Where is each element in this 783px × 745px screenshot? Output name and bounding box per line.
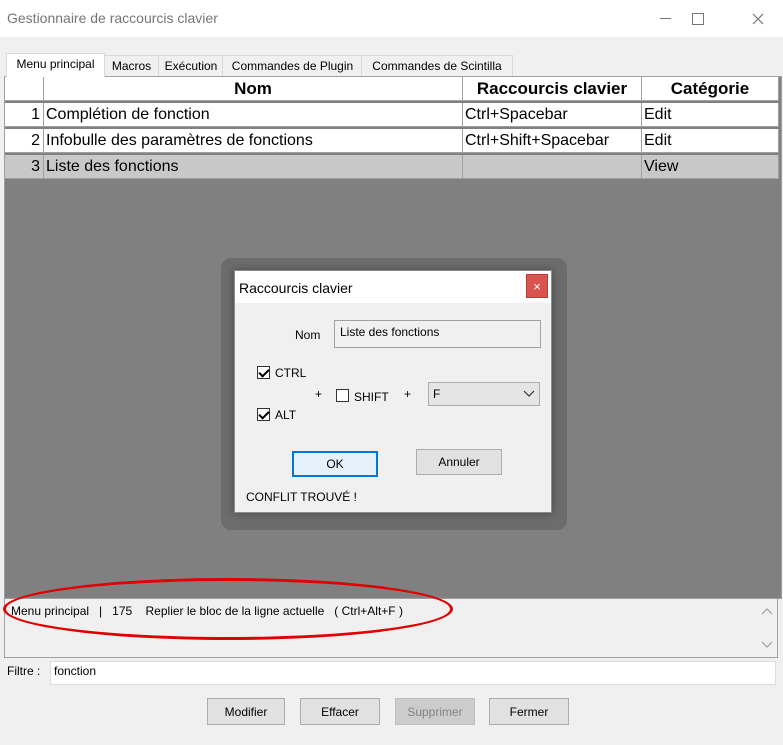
minimize-icon: [660, 18, 671, 19]
table-row-selected[interactable]: 3 Liste des fonctions View: [5, 155, 781, 181]
plus-sign: +: [404, 387, 412, 401]
maximize-icon: [691, 12, 704, 25]
row-shortcut: [463, 155, 642, 179]
filter-label: Filtre :: [7, 664, 41, 678]
dialog-title-bar: Raccourcis clavier ×: [235, 271, 551, 303]
tab-execution[interactable]: Exécution: [158, 55, 224, 76]
ctrl-label: CTRL: [275, 366, 307, 380]
cancel-button[interactable]: Annuler: [416, 449, 502, 475]
tab-plugin-commands[interactable]: Commandes de Plugin: [222, 55, 363, 76]
delete-button[interactable]: Supprimer: [395, 698, 475, 725]
tab-scintilla-commands[interactable]: Commandes de Scintilla: [361, 55, 513, 76]
alt-checkbox[interactable]: [257, 408, 270, 421]
key-select[interactable]: F: [428, 382, 540, 406]
shortcut-dialog: Raccourcis clavier × Nom Liste des fonct…: [234, 270, 552, 513]
chevron-down-icon: [523, 390, 535, 397]
alt-label: ALT: [275, 408, 297, 422]
header-name[interactable]: Nom: [44, 77, 463, 101]
close-button[interactable]: [735, 0, 780, 37]
close-icon: ×: [533, 278, 541, 294]
plus-sign: +: [315, 387, 323, 401]
row-shortcut: Ctrl+Spacebar: [463, 103, 642, 127]
table-row[interactable]: 1 Complétion de fonction Ctrl+Spacebar E…: [5, 103, 781, 129]
annotation-ellipse: [3, 578, 453, 640]
close-icon: [752, 13, 763, 24]
row-number: 2: [5, 129, 44, 153]
scroll-up-icon: [761, 608, 773, 615]
dialog-title: Raccourcis clavier: [239, 280, 353, 296]
modify-button[interactable]: Modifier: [207, 698, 285, 725]
row-number: 1: [5, 103, 44, 127]
shift-label: SHIFT: [354, 390, 389, 404]
row-category: Edit: [642, 129, 779, 153]
key-select-value: F: [433, 387, 441, 401]
ctrl-checkbox[interactable]: [257, 366, 270, 379]
close-dialog-button[interactable]: Fermer: [489, 698, 569, 725]
tab-macros[interactable]: Macros: [103, 55, 160, 76]
header-shortcut[interactable]: Raccourcis clavier: [463, 77, 642, 101]
row-name: Complétion de fonction: [44, 103, 463, 127]
clear-button[interactable]: Effacer: [300, 698, 380, 725]
row-name: Infobulle des paramètres de fonctions: [44, 129, 463, 153]
title-bar: Gestionnaire de raccourcis clavier: [0, 0, 783, 37]
maximize-button[interactable]: [675, 0, 720, 37]
grid-header: Nom Raccourcis clavier Catégorie: [5, 77, 781, 103]
name-field[interactable]: Liste des fonctions: [334, 320, 541, 348]
row-category: Edit: [642, 103, 779, 127]
header-category[interactable]: Catégorie: [642, 77, 779, 101]
table-row[interactable]: 2 Infobulle des paramètres de fonctions …: [5, 129, 781, 155]
filter-input[interactable]: fonction: [50, 661, 776, 685]
conflict-message: CONFLIT TROUVÉ !: [246, 490, 357, 504]
row-name: Liste des fonctions: [44, 155, 463, 179]
row-shortcut: Ctrl+Shift+Spacebar: [463, 129, 642, 153]
shift-checkbox[interactable]: [336, 389, 349, 402]
row-number: 3: [5, 155, 44, 179]
ok-button[interactable]: OK: [292, 451, 378, 477]
window-title: Gestionnaire de raccourcis clavier: [7, 10, 218, 26]
tab-menu-principal[interactable]: Menu principal: [6, 53, 105, 77]
scroll-down-icon: [761, 641, 773, 648]
row-category: View: [642, 155, 779, 179]
name-label: Nom: [295, 328, 321, 342]
header-corner: [5, 77, 44, 101]
description-scrollbar[interactable]: [757, 599, 777, 657]
dialog-close-button[interactable]: ×: [526, 274, 548, 298]
